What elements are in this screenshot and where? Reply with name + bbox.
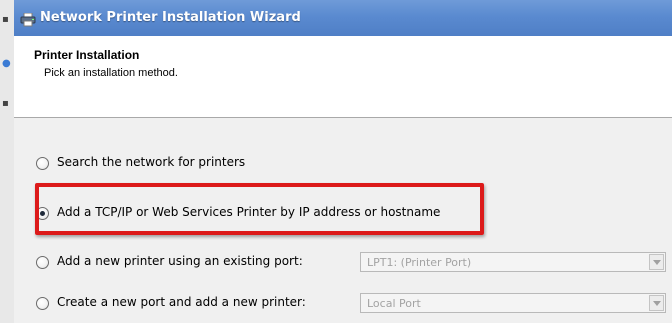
option-label[interactable]: Add a new printer using an existing port…	[57, 254, 303, 268]
new-port-type-value: Local Port	[367, 297, 421, 310]
chevron-down-icon	[653, 260, 661, 265]
wizard-header: Printer Installation Pick an installatio…	[14, 36, 672, 118]
dropdown-button[interactable]	[649, 295, 664, 311]
dropdown-button[interactable]	[649, 254, 664, 270]
printer-icon	[20, 12, 36, 27]
chevron-down-icon	[653, 301, 661, 306]
window-title: Network Printer Installation Wizard	[40, 10, 301, 25]
radio-create-port[interactable]	[36, 297, 49, 310]
radio-existing-port[interactable]	[36, 256, 49, 269]
existing-port-value: LPT1: (Printer Port)	[367, 256, 472, 269]
existing-port-select[interactable]: LPT1: (Printer Port)	[360, 252, 666, 272]
new-port-type-select[interactable]: Local Port	[360, 293, 666, 313]
title-bar[interactable]: Network Printer Installation Wizard	[14, 0, 672, 36]
page-title: Printer Installation	[34, 48, 140, 62]
background-icon: ●	[2, 58, 11, 69]
background-icon: ▪	[2, 98, 9, 109]
option-label[interactable]: Search the network for printers	[57, 155, 245, 169]
option-label[interactable]: Create a new port and add a new printer:	[57, 295, 306, 309]
radio-search-network[interactable]	[36, 157, 49, 170]
background-window-edge: ▪ ● ▪	[0, 0, 15, 323]
background-icon: ▪	[2, 14, 9, 25]
highlight-box	[35, 183, 484, 235]
page-subtitle: Pick an installation method.	[44, 67, 178, 79]
